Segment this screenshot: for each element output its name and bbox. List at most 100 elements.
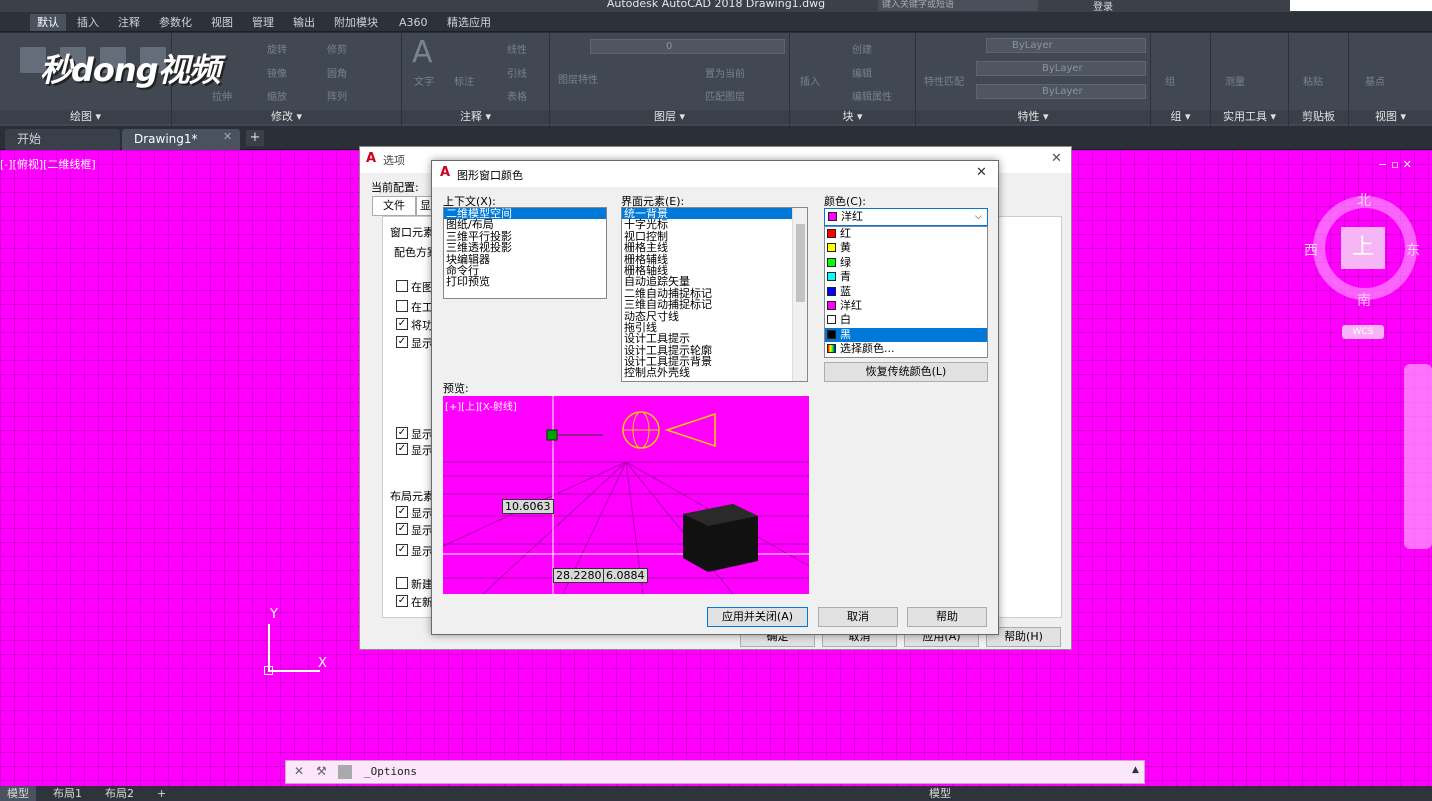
list-item[interactable]: 三维透视投影 (444, 242, 606, 254)
help-button[interactable]: 帮助 (907, 607, 987, 627)
dimension-label[interactable]: 标注 (454, 73, 474, 88)
close-icon[interactable]: ✕ (1051, 151, 1062, 166)
close-icon[interactable]: ✕ (976, 165, 987, 180)
color-option[interactable]: 绿 (825, 256, 987, 270)
color-option[interactable]: 洋红 (825, 299, 987, 313)
tab-layout2[interactable]: 布局2 (98, 786, 141, 801)
color-option[interactable]: 选择颜色... (825, 342, 987, 356)
command-line[interactable]: ✕ ⚒ _Options ▲ (285, 760, 1145, 784)
list-item[interactable]: 控制点外壳线 (622, 367, 807, 379)
tab-model[interactable]: 模型 (0, 786, 36, 801)
leader-label[interactable]: 引线 (507, 65, 527, 80)
panel-label[interactable]: 视图 ▾ (1349, 110, 1432, 124)
tab-view[interactable]: 视图 (204, 14, 240, 31)
check-box[interactable]: ✓ (396, 544, 408, 556)
layer-properties-label[interactable]: 图层特性 (558, 71, 598, 86)
check-box[interactable]: ✓ (396, 506, 408, 518)
restore-classic-colors-button[interactable]: 恢复传统颜色(L) (824, 362, 988, 382)
check-box[interactable]: ✓ (396, 443, 408, 455)
compass-east[interactable]: 东 (1406, 240, 1420, 260)
color-dropdown[interactable]: 洋红 ⌵ (824, 208, 988, 226)
search-input[interactable]: 键入关键字或短语 (878, 0, 1038, 11)
tab-display[interactable]: 显 (416, 196, 432, 216)
viewport-window-controls[interactable]: −▫✕ (1378, 158, 1416, 171)
measure-label[interactable]: 测量 (1225, 73, 1245, 88)
tab-layout1[interactable]: 布局1 (46, 786, 89, 801)
tab-start[interactable]: 开始 (5, 129, 120, 150)
context-list[interactable]: 二维模型空间 图纸/布局 三维平行投影 三维透视投影 块编辑器 命令行 打印预览 (443, 207, 607, 299)
edit-attributes-label[interactable]: 编辑属性 (852, 88, 892, 103)
close-icon[interactable]: ✕ (223, 130, 232, 143)
check-box[interactable]: ✓ (396, 318, 408, 330)
color-option[interactable]: 蓝 (825, 285, 987, 299)
chevron-down-icon[interactable]: ⌵ (975, 209, 982, 225)
wcs-menu[interactable]: WCS (1342, 325, 1384, 339)
navigation-bar[interactable] (1404, 364, 1432, 549)
layer-dropdown[interactable]: 0 (590, 39, 785, 54)
viewport-controls[interactable]: [-][俯视][二维线框] (0, 156, 96, 172)
check-box[interactable]: ✓ (396, 427, 408, 439)
check-box[interactable] (396, 577, 408, 589)
tab-annotate[interactable]: 注释 (111, 14, 147, 31)
check-box[interactable] (396, 280, 408, 292)
rotate-label[interactable]: 旋转 (267, 41, 287, 56)
color-option[interactable]: 红 (825, 227, 987, 241)
color-options-list[interactable]: 红 黄 绿 青 蓝 洋红 白 黑 选择颜色... (824, 226, 988, 358)
check-box[interactable]: ✓ (396, 336, 408, 348)
make-current-label[interactable]: 置为当前 (705, 65, 745, 80)
compass-west[interactable]: 西 (1304, 240, 1318, 260)
match-properties-label[interactable]: 特性匹配 (924, 73, 964, 88)
scrollbar[interactable] (792, 208, 807, 381)
lineweight-dropdown[interactable]: ByLayer (976, 84, 1146, 99)
panel-label[interactable]: 绘图 ▾ (0, 110, 171, 124)
chevron-up-icon[interactable]: ▲ (1132, 765, 1139, 775)
group-label[interactable]: 组 (1165, 73, 1175, 88)
tab-output[interactable]: 输出 (286, 14, 322, 31)
text-label[interactable]: 文字 (414, 73, 434, 88)
panel-label[interactable]: 组 ▾ (1151, 110, 1210, 124)
paste-label[interactable]: 粘贴 (1303, 73, 1323, 88)
list-item[interactable]: 三维自动捕捉标记 (622, 299, 807, 311)
close-icon[interactable]: ✕ (294, 764, 304, 778)
tab-default[interactable]: 默认 (30, 14, 66, 31)
tab-files[interactable]: 文件 (372, 196, 416, 216)
tab-addins[interactable]: 附加模块 (327, 14, 385, 31)
compass-south[interactable]: 南 (1357, 290, 1371, 310)
create-label[interactable]: 创建 (852, 41, 872, 56)
fillet-label[interactable]: 圆角 (327, 65, 347, 80)
command-text[interactable]: _Options (364, 765, 417, 778)
edit-label[interactable]: 编辑 (852, 65, 872, 80)
check-box[interactable] (396, 300, 408, 312)
panel-label[interactable]: 注释 ▾ (402, 110, 549, 124)
panel-label[interactable]: 特性 ▾ (916, 110, 1150, 124)
trim-label[interactable]: 修剪 (327, 41, 347, 56)
interface-element-list[interactable]: 统一背景 十字光标 视口控制 栅格主线 栅格辅线 栅格轴线 自动追踪矢量 二维自… (621, 207, 808, 382)
window-controls[interactable] (1290, 0, 1432, 11)
compass-north[interactable]: 北 (1357, 190, 1371, 210)
list-item[interactable]: 设计工具提示 (622, 333, 807, 345)
check-box[interactable]: ✓ (396, 595, 408, 607)
linetype-dropdown[interactable]: ByLayer (976, 61, 1146, 76)
list-item[interactable]: 打印预览 (444, 276, 606, 288)
color-option[interactable]: 白 (825, 313, 987, 327)
tab-a360[interactable]: A360 (392, 14, 435, 31)
add-tab-button[interactable]: + (246, 130, 264, 146)
apply-and-close-button[interactable]: 应用并关闭(A) (707, 607, 808, 627)
viewcube-top-face[interactable]: 上 (1341, 227, 1385, 269)
model-space-label[interactable]: 模型 (922, 786, 958, 801)
scale-label[interactable]: 缩放 (267, 88, 287, 103)
panel-label[interactable]: 块 ▾ (790, 110, 915, 124)
color-option[interactable]: 黑 (825, 327, 987, 343)
panel-label[interactable]: 修改 ▾ (172, 110, 401, 124)
array-label[interactable]: 阵列 (327, 88, 347, 103)
tab-insert[interactable]: 插入 (70, 14, 106, 31)
color-option[interactable]: 青 (825, 270, 987, 284)
match-layer-label[interactable]: 匹配图层 (705, 88, 745, 103)
base-label[interactable]: 基点 (1365, 73, 1385, 88)
panel-label[interactable]: 剪贴板 (1289, 110, 1348, 124)
mirror-label[interactable]: 镜像 (267, 65, 287, 80)
tab-featured[interactable]: 精选应用 (440, 14, 498, 31)
list-item[interactable]: 栅格主线 (622, 242, 807, 254)
insert-label[interactable]: 插入 (800, 73, 820, 88)
wrench-icon[interactable]: ⚒ (316, 764, 327, 778)
